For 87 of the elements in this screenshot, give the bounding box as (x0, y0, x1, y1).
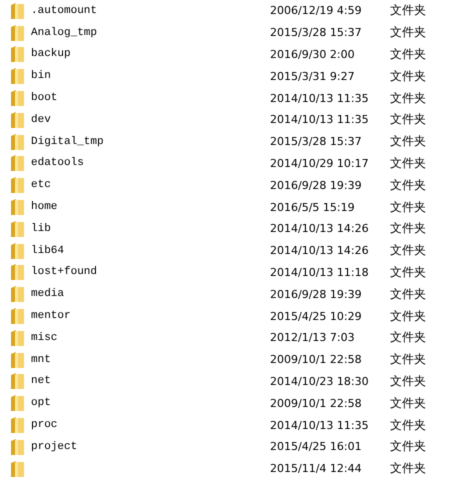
folder-icon (11, 264, 24, 280)
folder-icon (11, 68, 24, 84)
modified-date: 2015/3/28 15:37 (270, 135, 363, 148)
modified-date: 2015/4/25 10:29 (270, 310, 363, 323)
file-name[interactable]: mnt (31, 354, 51, 366)
file-name[interactable]: opt (31, 397, 51, 410)
modified-date: 2016/9/30 2:00 (270, 48, 356, 61)
file-type: 文件夹 (390, 220, 426, 238)
folder-icon (11, 395, 24, 412)
file-name[interactable]: backup (31, 48, 71, 60)
modified-date: 2006/12/19 4:59 (270, 4, 363, 18)
file-type: 文件夹 (390, 176, 426, 194)
file-name[interactable]: mentor (31, 310, 71, 322)
file-type: 文件夹 (390, 372, 426, 390)
modified-date: 2015/3/28 15:37 (270, 26, 363, 40)
modified-date: 2014/10/13 11:18 (270, 266, 370, 279)
folder-icon (11, 242, 24, 259)
modified-date: 2014/10/23 18:30 (270, 374, 370, 388)
file-name[interactable]: misc (31, 332, 58, 344)
modified-date: 2016/9/28 19:39 (270, 178, 363, 192)
file-name[interactable]: boot (31, 92, 58, 104)
modified-date: 2009/10/1 22:58 (270, 396, 363, 410)
file-type: 文件夹 (390, 133, 426, 150)
modified-date: 2016/5/5 15:19 (270, 200, 356, 214)
file-type: 文件夹 (390, 24, 426, 42)
folder-icon (11, 460, 24, 477)
file-type: 文件夹 (390, 351, 426, 368)
file-name[interactable]: .automount (31, 4, 98, 17)
folder-icon (11, 134, 24, 150)
file-name[interactable]: lost+found (31, 266, 98, 278)
file-name[interactable]: home (31, 201, 58, 214)
file-type: 文件夹 (390, 46, 426, 63)
folder-icon (11, 352, 24, 368)
file-name[interactable]: dev (31, 114, 51, 126)
modified-date: 2014/10/13 11:35 (270, 92, 370, 105)
file-type: 文件夹 (390, 438, 426, 456)
folder-icon (11, 417, 24, 434)
modified-date: 2015/3/31 9:27 (270, 70, 356, 83)
modified-date: 2015/4/25 16:01 (270, 440, 363, 454)
file-name[interactable]: lib (31, 222, 51, 235)
file-type: 文件夹 (390, 286, 426, 303)
file-name[interactable]: Digital_tmp (31, 136, 104, 148)
file-name[interactable]: edatools (31, 157, 84, 170)
file-type: 文件夹 (390, 329, 426, 346)
file-type: 文件夹 (390, 111, 426, 128)
folder-icon (11, 438, 24, 455)
file-name[interactable]: proc (31, 419, 58, 432)
file-name[interactable]: net (31, 375, 51, 388)
modified-date: 2015/11/4 12:44 (270, 462, 363, 476)
folder-icon (11, 220, 24, 237)
folder-icon (11, 46, 24, 62)
folder-icon (11, 155, 24, 172)
modified-date: 2012/1/13 7:03 (270, 331, 356, 344)
modified-date: 2014/10/13 14:26 (270, 222, 370, 236)
modified-date: 2016/9/28 19:39 (270, 288, 363, 301)
folder-icon (11, 199, 24, 216)
folder-icon (11, 373, 24, 390)
file-type: 文件夹 (390, 394, 426, 412)
file-name[interactable]: lib64 (31, 244, 64, 257)
folder-icon (11, 330, 24, 346)
file-name[interactable]: Analog_tmp (31, 26, 98, 39)
modified-date: 2014/10/29 10:17 (270, 156, 370, 170)
file-type: 文件夹 (390, 416, 426, 434)
folder-icon (11, 286, 24, 302)
file-type: 文件夹 (390, 154, 426, 172)
file-name[interactable]: bin (31, 70, 51, 82)
file-type: 文件夹 (390, 90, 426, 107)
file-type: 文件夹 (390, 264, 426, 281)
file-name[interactable]: project (31, 440, 78, 453)
file-type: 文件夹 (390, 308, 426, 325)
modified-date: 2014/10/13 14:26 (270, 244, 370, 258)
modified-date: 2014/10/13 11:35 (270, 418, 370, 432)
file-type: 文件夹 (390, 68, 426, 85)
folder-icon (11, 177, 24, 194)
folder-icon (11, 308, 24, 324)
file-name[interactable]: etc (31, 179, 51, 192)
modified-date: 2014/10/13 11:35 (270, 113, 370, 126)
folder-icon (11, 2, 24, 19)
file-type: 文件夹 (390, 2, 426, 20)
modified-date: 2009/10/1 22:58 (270, 353, 363, 366)
file-name[interactable]: media (31, 288, 64, 300)
file-type: 文件夹 (390, 242, 426, 260)
folder-icon (11, 90, 24, 106)
folder-icon (11, 112, 24, 128)
file-type: 文件夹 (390, 460, 426, 478)
folder-icon (11, 24, 24, 41)
file-type: 文件夹 (390, 198, 426, 216)
